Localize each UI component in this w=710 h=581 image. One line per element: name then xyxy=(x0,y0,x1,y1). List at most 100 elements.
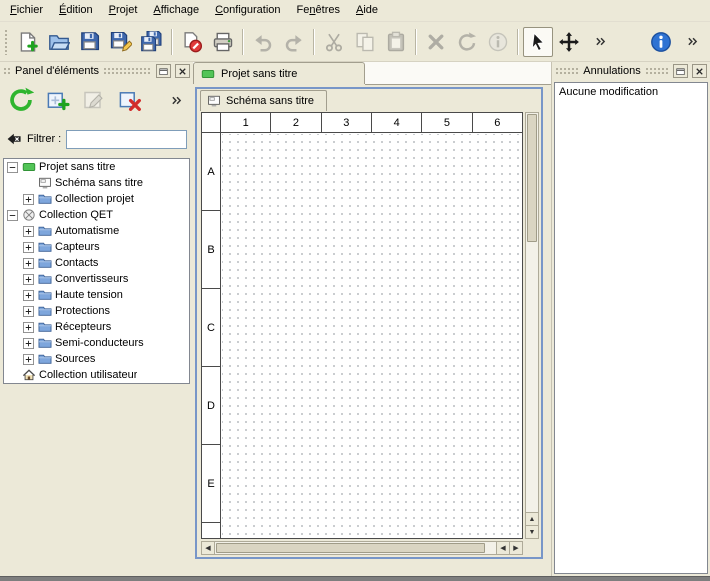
scroll-up-button[interactable]: ▲ xyxy=(526,512,538,525)
expand-icon[interactable] xyxy=(23,306,34,317)
tree-item-contacts[interactable]: Contacts xyxy=(4,255,189,271)
dock-drag-handle[interactable] xyxy=(3,67,11,75)
rotate-button[interactable] xyxy=(452,27,482,57)
scroll-left-button[interactable]: ◀ xyxy=(202,542,215,554)
save-button[interactable] xyxy=(75,27,105,57)
print-button[interactable] xyxy=(208,27,238,57)
collapse-icon[interactable] xyxy=(7,210,18,221)
filter-input[interactable] xyxy=(66,130,187,149)
tree-item-protections[interactable]: Protections xyxy=(4,303,189,319)
vertical-scrollbar-track[interactable] xyxy=(526,243,538,512)
menu-configuration[interactable]: Configuration xyxy=(207,0,288,21)
tree-item-sources[interactable]: Sources xyxy=(4,351,189,367)
chevron2-icon xyxy=(686,35,699,48)
expand-icon[interactable] xyxy=(23,194,34,205)
menu-edition[interactable]: Édition xyxy=(51,0,101,21)
expand-icon[interactable] xyxy=(23,354,34,365)
close-dock-button[interactable] xyxy=(175,64,190,78)
dock-drag-handle[interactable] xyxy=(555,67,579,75)
scroll-right-button[interactable]: ▶ xyxy=(509,542,522,554)
open-project-button[interactable] xyxy=(44,27,74,57)
help-overflow-button[interactable] xyxy=(677,27,707,57)
vertical-scrollbar[interactable]: ▲ ▼ xyxy=(525,112,539,539)
tree-item-collection-qet[interactable]: Collection QET xyxy=(4,207,189,223)
delete-button[interactable] xyxy=(421,27,451,57)
elements-panel-titlebar: Panel d'éléments xyxy=(0,62,193,80)
tree-item-label: Schéma sans titre xyxy=(55,177,143,189)
menu-fenetres[interactable]: Fenêtres xyxy=(289,0,348,21)
expand-icon[interactable] xyxy=(23,290,34,301)
save-as-button[interactable] xyxy=(106,27,136,57)
menu-fichier[interactable]: Fichier xyxy=(2,0,51,21)
tree-item-haute-tension[interactable]: Haute tension xyxy=(4,287,189,303)
tree-item-schema-sans-titre[interactable]: Schéma sans titre xyxy=(4,175,189,191)
float-dock-button[interactable] xyxy=(673,64,688,78)
tree-item-convertisseurs[interactable]: Convertisseurs xyxy=(4,271,189,287)
schema-tab[interactable]: Schéma sans titre xyxy=(200,90,327,111)
menu-aide[interactable]: Aide xyxy=(348,0,386,21)
new-element-button[interactable] xyxy=(46,88,70,112)
toolbar-drag-handle[interactable] xyxy=(4,29,9,55)
horizontal-scrollbar-thumb[interactable] xyxy=(216,543,485,553)
project-tab[interactable]: Projet sans titre xyxy=(193,62,365,84)
tree-item-recepteurs[interactable]: Récepteurs xyxy=(4,319,189,335)
about-qet-button[interactable] xyxy=(646,27,676,57)
expand-icon[interactable] xyxy=(23,258,34,269)
expand-icon[interactable] xyxy=(23,242,34,253)
row-header: D xyxy=(202,367,220,445)
reload-collections-button[interactable] xyxy=(8,87,34,113)
menu-affichage[interactable]: Affichage xyxy=(145,0,207,21)
dock-drag-handle[interactable] xyxy=(645,67,669,75)
undo-history-list[interactable]: Aucune modification xyxy=(554,82,708,574)
paste-button[interactable] xyxy=(381,27,411,57)
tree-item-projet-sans-titre[interactable]: Projet sans titre xyxy=(4,159,189,175)
scroll-left-step-button[interactable]: ◀ xyxy=(496,542,509,554)
tree-item-label: Collection projet xyxy=(55,193,134,205)
expand-icon[interactable] xyxy=(23,338,34,349)
main-toolbar xyxy=(0,22,710,62)
cut-button[interactable] xyxy=(319,27,349,57)
column-header: 4 xyxy=(372,113,422,132)
row-ruler: ABCDE xyxy=(202,133,221,538)
delete-element-button[interactable] xyxy=(118,88,142,112)
arrow-down-icon: ▼ xyxy=(529,529,536,536)
horizontal-scrollbar-track[interactable] xyxy=(486,542,496,554)
panel-overflow-button[interactable] xyxy=(170,94,183,107)
diagram-canvas[interactable]: 123456 ABCDE xyxy=(201,112,523,539)
tree-item-capteurs[interactable]: Capteurs xyxy=(4,239,189,255)
horizontal-scrollbar[interactable]: ◀ ◀ ▶ xyxy=(201,541,523,555)
edit-element-button[interactable] xyxy=(82,88,106,112)
tree-item-collection-projet[interactable]: Collection projet xyxy=(4,191,189,207)
expand-icon[interactable] xyxy=(23,226,34,237)
close-dock-button[interactable] xyxy=(692,64,707,78)
tree-item-semi-conducteurs[interactable]: Semi-conducteurs xyxy=(4,335,189,351)
arrow-left-icon: ◀ xyxy=(500,544,505,552)
tree-item-collection-utilisateur[interactable]: Collection utilisateur xyxy=(4,367,189,383)
undo-button[interactable] xyxy=(248,27,278,57)
float-dock-button[interactable] xyxy=(156,64,171,78)
conductor-info-button[interactable] xyxy=(483,27,513,57)
tree-item-automatisme[interactable]: Automatisme xyxy=(4,223,189,239)
copy-button[interactable] xyxy=(350,27,380,57)
scroll-down-button[interactable]: ▼ xyxy=(526,525,538,538)
vertical-scrollbar-thumb[interactable] xyxy=(527,114,537,242)
filter-row: Filtrer : xyxy=(0,128,193,150)
folder-icon xyxy=(38,240,52,254)
save-all-button[interactable] xyxy=(137,27,167,57)
new-project-button[interactable] xyxy=(13,27,43,57)
elements-tree: Projet sans titre Schéma sans titre Collec… xyxy=(3,158,190,384)
visualisation-mode-button[interactable] xyxy=(554,27,584,57)
selection-mode-button[interactable] xyxy=(523,27,553,57)
folder-icon xyxy=(38,272,52,286)
expand-icon[interactable] xyxy=(23,322,34,333)
redo-button[interactable] xyxy=(279,27,309,57)
menu-projet[interactable]: Projet xyxy=(101,0,146,21)
toolbar-overflow-button[interactable] xyxy=(585,27,615,57)
elements-panel-empty-area xyxy=(0,384,193,576)
close-document-icon xyxy=(181,31,203,53)
dock-drag-handle[interactable] xyxy=(103,67,152,75)
collapse-icon[interactable] xyxy=(7,162,18,173)
expand-icon[interactable] xyxy=(23,274,34,285)
chevron2-icon xyxy=(594,35,607,48)
close-file-button[interactable] xyxy=(177,27,207,57)
